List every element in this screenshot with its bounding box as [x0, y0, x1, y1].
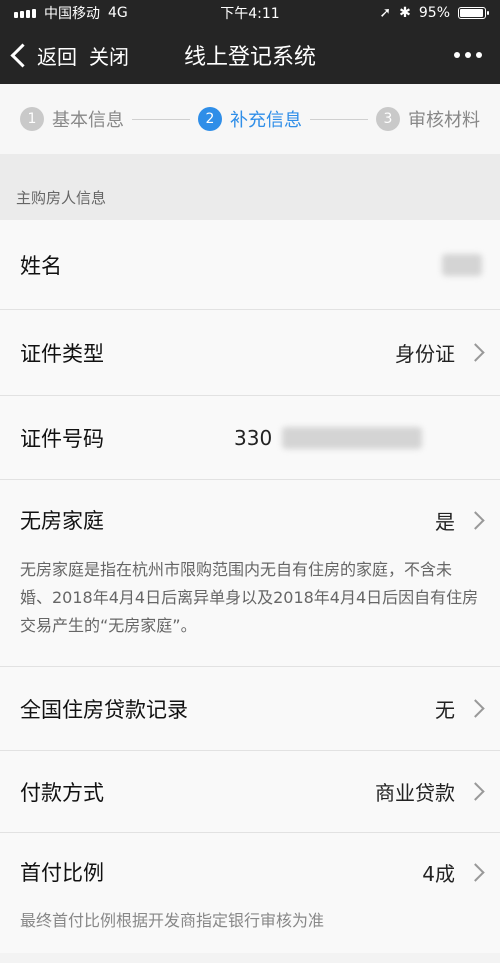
- step-number: 1: [20, 107, 44, 131]
- chevron-right-icon: [466, 510, 485, 530]
- redacted-name: [442, 253, 482, 276]
- down-payment-note: 最终首付比例根据开发商指定银行审核为准: [20, 911, 325, 930]
- field-value: 无: [435, 698, 455, 722]
- location-icon: ➚: [379, 5, 392, 21]
- chevron-right-icon: [466, 343, 485, 362]
- field-label: 付款方式: [20, 780, 104, 805]
- payment-method-row[interactable]: 付款方式 商业贷款: [0, 751, 500, 833]
- chevron-right-icon: [466, 699, 485, 718]
- step-supplementary-info: 2 补充信息: [198, 106, 302, 132]
- field-label: 无房家庭: [20, 509, 104, 533]
- step-divider: [132, 118, 190, 120]
- field-value: 是: [435, 509, 455, 534]
- field-label: 姓名: [20, 253, 62, 278]
- name-row[interactable]: 姓名: [0, 220, 500, 310]
- field-value: 商业贷款: [375, 781, 455, 805]
- chevron-right-icon: [466, 782, 485, 801]
- step-review-materials: 3 审核材料: [376, 106, 480, 132]
- dot-icon: [465, 52, 471, 58]
- dot-icon: [454, 52, 460, 58]
- signal-icon: [14, 8, 36, 18]
- id-number-row[interactable]: 证件号码 330: [0, 396, 500, 480]
- step-number: 3: [376, 107, 400, 131]
- loan-record-row[interactable]: 全国住房贷款记录 无: [0, 667, 500, 751]
- field-label: 首付比例: [20, 861, 104, 885]
- battery-percent: 95%: [418, 5, 450, 21]
- status-bar: 中国移动 4G 下午4:11 ➚ ✱ 95%: [0, 0, 500, 26]
- buyer-info-list: 姓名 证件类型 身份证 证件号码 330 无房家庭 是 无房家庭是指在杭州市限购…: [0, 220, 500, 953]
- down-payment-group: 首付比例 4成 最终首付比例根据开发商指定银行审核为准: [0, 833, 500, 953]
- field-label: 证件类型: [20, 341, 104, 366]
- step-label: 审核材料: [408, 110, 480, 131]
- close-button[interactable]: 关闭: [89, 41, 129, 70]
- bluetooth-icon: ✱: [399, 5, 411, 21]
- field-label: 证件号码: [20, 426, 104, 451]
- back-button[interactable]: 返回: [10, 41, 77, 70]
- step-divider: [310, 118, 368, 120]
- back-chevron-icon: [10, 42, 35, 68]
- id-type-row[interactable]: 证件类型 身份证: [0, 310, 500, 396]
- chevron-right-icon: [466, 862, 485, 882]
- dot-icon: [476, 52, 482, 58]
- step-number: 2: [198, 107, 222, 131]
- step-basic-info: 1 基本信息: [20, 106, 124, 132]
- field-value: 身份证: [395, 342, 455, 366]
- field-value: 330: [234, 425, 273, 450]
- nav-bar: 返回 关闭 线上登记系统: [0, 26, 500, 84]
- carrier: 中国移动: [44, 6, 100, 22]
- step-label: 补充信息: [230, 110, 302, 131]
- no-house-row[interactable]: 无房家庭 是: [0, 480, 500, 560]
- field-value: 4成: [422, 861, 455, 886]
- no-house-group: 无房家庭 是 无房家庭是指在杭州市限购范围内无自有住房的家庭，不含未婚、2018…: [0, 480, 500, 667]
- step-indicator: 1 基本信息 2 补充信息 3 审核材料: [0, 84, 500, 154]
- battery-icon: [458, 7, 489, 19]
- more-menu-button[interactable]: [446, 44, 490, 66]
- no-house-note: 无房家庭是指在杭州市限购范围内无自有住房的家庭，不含未婚、2018年4月4日后离…: [20, 560, 479, 635]
- step-label: 基本信息: [52, 110, 124, 131]
- field-label: 全国住房贷款记录: [20, 697, 188, 722]
- section-header: 主购房人信息: [0, 154, 500, 220]
- down-payment-row[interactable]: 首付比例 4成: [0, 833, 500, 911]
- network-type: 4G: [108, 5, 128, 21]
- redacted-id-number: [282, 426, 423, 449]
- back-label: 返回: [37, 44, 77, 69]
